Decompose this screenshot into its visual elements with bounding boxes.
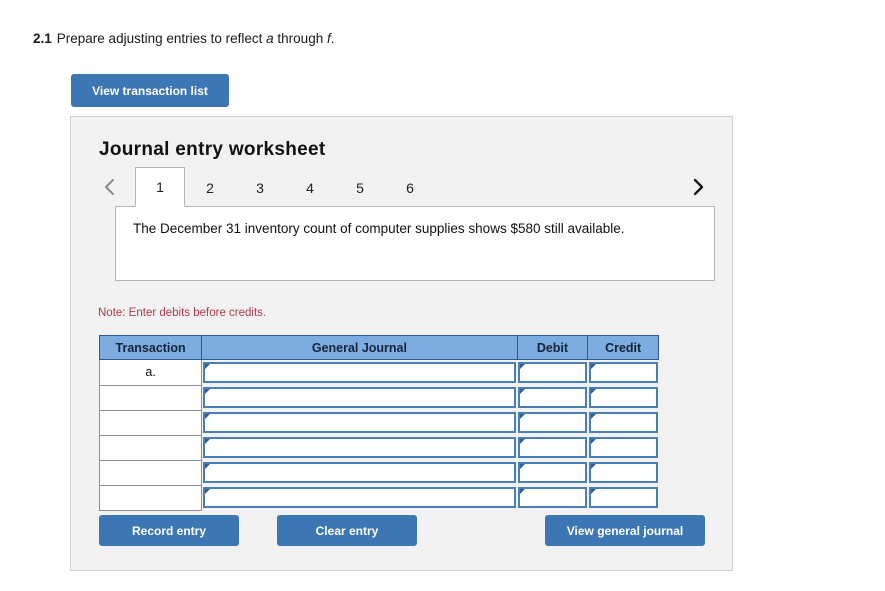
transaction-label-cell xyxy=(98,459,203,486)
table-row xyxy=(98,409,659,436)
question-number: 2.1 xyxy=(33,31,52,46)
dropdown-marker-icon xyxy=(205,364,211,369)
general-journal-input-cell[interactable] xyxy=(201,435,518,460)
transaction-label-cell xyxy=(98,484,203,511)
dropdown-marker-icon xyxy=(590,414,596,419)
table-row xyxy=(98,434,659,461)
view-transaction-list-button[interactable]: View transaction list xyxy=(71,74,229,107)
question-text-after: . xyxy=(330,31,335,46)
general-journal-input-cell[interactable] xyxy=(201,410,518,435)
column-header-debit: Debit xyxy=(516,335,589,360)
record-entry-button[interactable]: Record entry xyxy=(99,515,239,546)
dropdown-marker-icon xyxy=(205,389,211,394)
credit-input-cell[interactable] xyxy=(587,359,659,385)
tab-5[interactable]: 5 xyxy=(335,167,385,207)
transaction-label-cell xyxy=(98,434,203,461)
column-header-credit: Credit xyxy=(587,335,659,360)
chevron-right-icon[interactable] xyxy=(687,175,707,199)
table-row: a. xyxy=(98,359,659,386)
transaction-label-cell xyxy=(98,384,203,411)
journal-entry-worksheet-panel: Journal entry worksheet 1 2 3 4 5 6 The … xyxy=(70,116,733,571)
question-italic-a: a xyxy=(266,31,274,46)
journal-entry-table: Transaction General Journal Debit Credit… xyxy=(98,335,659,511)
general-journal-input-cell[interactable] xyxy=(201,385,518,410)
credit-input-cell[interactable] xyxy=(587,385,659,410)
general-journal-input-cell[interactable] xyxy=(201,460,518,485)
dropdown-marker-icon xyxy=(590,389,596,394)
chevron-left-icon[interactable] xyxy=(99,175,119,199)
dropdown-marker-icon xyxy=(205,439,211,444)
tab-4[interactable]: 4 xyxy=(285,167,335,207)
dropdown-marker-icon xyxy=(520,464,526,469)
transaction-label-cell xyxy=(98,409,203,436)
credit-input-cell[interactable] xyxy=(587,435,659,460)
credit-input-cell[interactable] xyxy=(587,485,659,510)
table-header-row: Transaction General Journal Debit Credit xyxy=(98,335,659,360)
table-row xyxy=(98,459,659,486)
table-row xyxy=(98,484,659,511)
tab-3[interactable]: 3 xyxy=(235,167,285,207)
dropdown-marker-icon xyxy=(205,414,211,419)
table-row xyxy=(98,384,659,411)
dropdown-marker-icon xyxy=(520,414,526,419)
dropdown-marker-icon xyxy=(590,364,596,369)
debit-input-cell[interactable] xyxy=(517,385,588,410)
dropdown-marker-icon xyxy=(520,439,526,444)
tab-2[interactable]: 2 xyxy=(185,167,235,207)
debit-input-cell[interactable] xyxy=(517,410,588,435)
dropdown-marker-icon xyxy=(205,489,211,494)
debit-input-cell[interactable] xyxy=(517,485,588,510)
view-general-journal-button[interactable]: View general journal xyxy=(545,515,705,546)
transaction-prompt-text: The December 31 inventory count of compu… xyxy=(133,221,625,236)
question-text-middle: through xyxy=(273,31,327,46)
debits-before-credits-note: Note: Enter debits before credits. xyxy=(98,307,267,319)
general-journal-input-cell[interactable] xyxy=(201,485,518,510)
dropdown-marker-icon xyxy=(520,489,526,494)
tab-6[interactable]: 6 xyxy=(385,167,435,207)
dropdown-marker-icon xyxy=(590,489,596,494)
credit-input-cell[interactable] xyxy=(587,460,659,485)
dropdown-marker-icon xyxy=(590,464,596,469)
dropdown-marker-icon xyxy=(520,389,526,394)
dropdown-marker-icon xyxy=(520,364,526,369)
worksheet-tabs: 1 2 3 4 5 6 xyxy=(99,167,707,207)
column-header-general-journal: General Journal xyxy=(201,335,518,360)
page-title: Journal entry worksheet xyxy=(99,139,326,160)
transaction-prompt-box: The December 31 inventory count of compu… xyxy=(115,206,715,281)
dropdown-marker-icon xyxy=(590,439,596,444)
dropdown-marker-icon xyxy=(205,464,211,469)
clear-entry-button[interactable]: Clear entry xyxy=(277,515,417,546)
debit-input-cell[interactable] xyxy=(517,435,588,460)
question-statement: Prepare adjusting entries to reflect a t… xyxy=(57,31,335,46)
general-journal-input-cell[interactable] xyxy=(201,359,518,385)
column-header-transaction: Transaction xyxy=(98,335,203,360)
question-text-before: Prepare adjusting entries to reflect xyxy=(56,31,267,46)
question-heading: 2.1 Prepare adjusting entries to reflect … xyxy=(33,31,335,46)
tab-list: 1 2 3 4 5 6 xyxy=(135,167,671,207)
credit-input-cell[interactable] xyxy=(587,410,659,435)
tab-1[interactable]: 1 xyxy=(135,167,185,207)
debit-input-cell[interactable] xyxy=(517,359,588,385)
debit-input-cell[interactable] xyxy=(517,460,588,485)
transaction-label-cell: a. xyxy=(98,359,203,386)
